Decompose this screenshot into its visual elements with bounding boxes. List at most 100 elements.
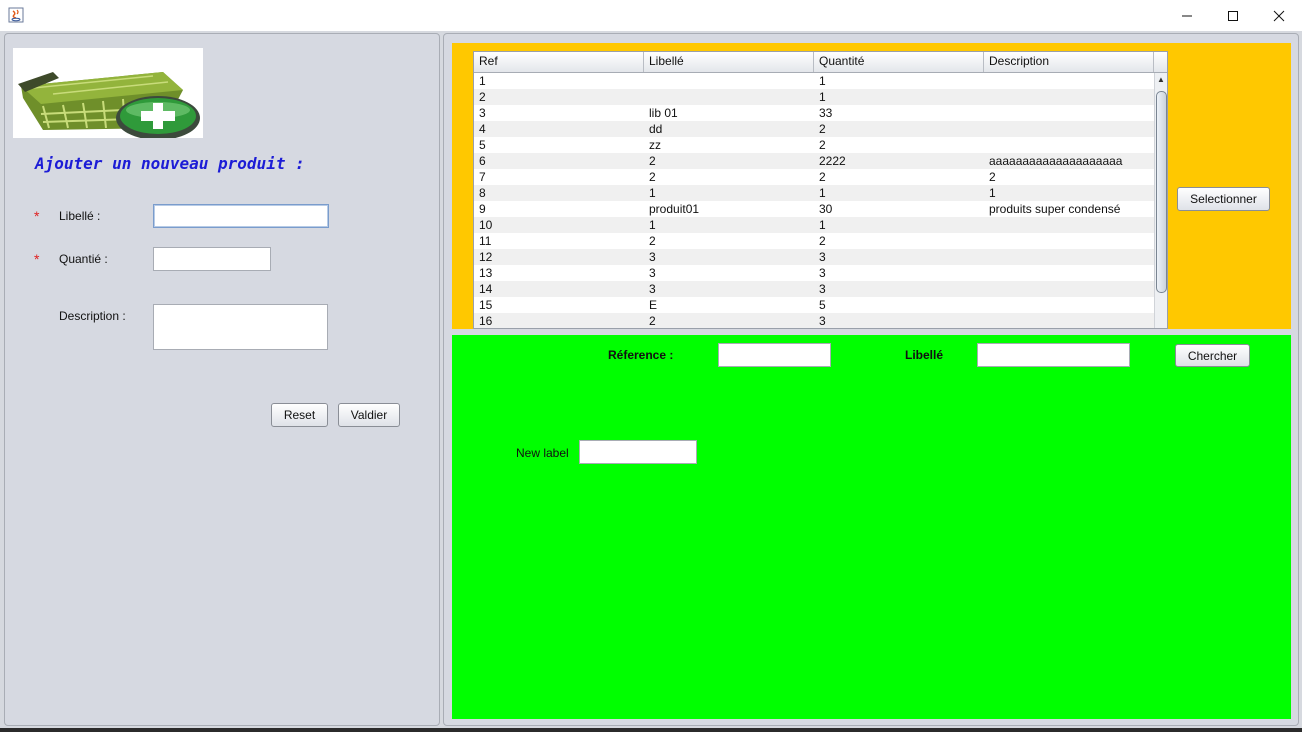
products-table: Ref Libellé Quantité Description 1 1 2 1 3 li…: [473, 51, 1168, 329]
cell-quantite: 33: [819, 106, 833, 120]
cell-quantite: 2: [819, 170, 826, 184]
column-header-quantite[interactable]: Quantité: [814, 52, 984, 72]
cell-libelle: zz: [649, 138, 661, 152]
cell-description: [984, 73, 1154, 89]
cell-quantite: 30: [819, 202, 833, 216]
table-row[interactable]: 10 1 1: [474, 217, 1154, 233]
select-button[interactable]: Selectionner: [1177, 187, 1270, 211]
cell-libelle: 2: [649, 234, 656, 248]
cell-ref: 4: [479, 122, 486, 136]
description-label: Description :: [59, 309, 126, 323]
title-bar: [0, 0, 1302, 31]
cell-ref: 1: [479, 74, 486, 88]
cell-quantite: 3: [819, 314, 826, 328]
cell-description: [984, 233, 1154, 249]
search-button[interactable]: Chercher: [1175, 344, 1250, 367]
table-row[interactable]: 4 dd 2: [474, 121, 1154, 137]
table-row[interactable]: 11: [474, 73, 1154, 89]
cell-libelle: [644, 89, 814, 105]
libelle-label: Libellé :: [59, 209, 101, 223]
new-label-text: New label: [516, 446, 569, 460]
cell-quantite: 5: [819, 298, 826, 312]
add-product-panel: Ajouter un nouveau produit : * Libellé :…: [4, 33, 440, 726]
cell-ref: 15: [479, 298, 493, 312]
table-body: 1 1 2 1 3 lib 01 33 4 dd 2 5 zz 2 6 2 2222 aaaaaaaaaaaaa…: [474, 73, 1154, 328]
cell-ref: 8: [479, 186, 486, 200]
cell-description: [984, 265, 1154, 281]
reference-search-input[interactable]: [718, 343, 831, 367]
scrollbar-thumb[interactable]: [1156, 91, 1167, 293]
table-row[interactable]: 3 lib 01 33: [474, 105, 1154, 121]
quantite-input[interactable]: [153, 247, 271, 271]
close-icon: [1273, 10, 1285, 21]
cell-quantite: 2222: [819, 154, 846, 168]
cell-ref: 13: [479, 266, 493, 280]
libelle-input[interactable]: [153, 204, 329, 228]
table-row[interactable]: 11 2 2: [474, 233, 1154, 249]
table-row[interactable]: 14 3 3: [474, 281, 1154, 297]
table-row[interactable]: 6 2 2222 aaaaaaaaaaaaaaaaaaaa: [474, 153, 1154, 169]
scroll-up-icon[interactable]: ▲: [1157, 75, 1165, 84]
cell-libelle: 2: [649, 154, 656, 168]
cell-description: aaaaaaaaaaaaaaaaaaaa: [989, 154, 1123, 168]
cell-libelle: produit01: [649, 202, 700, 216]
cell-ref: 14: [479, 282, 493, 296]
cell-libelle: E: [649, 298, 658, 312]
cell-ref: 16: [479, 314, 493, 328]
table-row[interactable]: 7 2 2 2: [474, 169, 1154, 185]
table-row[interactable]: 15 E 5: [474, 297, 1154, 313]
cell-description: [984, 121, 1154, 137]
products-table-panel: Ref Libellé Quantité Description 1 1 2 1 3 li…: [452, 43, 1291, 329]
column-header-libelle[interactable]: Libellé: [644, 52, 814, 72]
cell-quantite: 2: [819, 234, 826, 248]
cell-quantite: 1: [819, 74, 826, 88]
shopping-basket-add-icon: [13, 48, 203, 140]
search-panel: Réference : Libellé Chercher New label: [452, 335, 1291, 719]
table-scrollbar[interactable]: ▲: [1154, 73, 1167, 328]
cell-quantite: 3: [819, 266, 826, 280]
table-row[interactable]: 9 produit01 30 produits super condensé: [474, 201, 1154, 217]
cell-ref: 3: [479, 106, 486, 120]
cell-description: [984, 137, 1154, 153]
minimize-button[interactable]: [1164, 0, 1210, 31]
maximize-button[interactable]: [1210, 0, 1256, 31]
cell-libelle: dd: [649, 122, 663, 136]
cell-ref: 9: [479, 202, 486, 216]
libelle-search-input[interactable]: [977, 343, 1130, 367]
quantite-label: Quantié :: [59, 252, 108, 266]
java-app-icon: [8, 7, 24, 23]
application-window: Ajouter un nouveau produit : * Libellé :…: [0, 0, 1302, 732]
reset-button[interactable]: Reset: [271, 403, 328, 427]
table-row[interactable]: 16 2 3: [474, 313, 1154, 328]
required-marker: *: [34, 251, 40, 267]
cell-description: [984, 89, 1154, 105]
reference-search-label: Réference :: [608, 348, 674, 362]
table-row[interactable]: 21: [474, 89, 1154, 105]
cell-description: [984, 105, 1154, 121]
cell-ref: 12: [479, 250, 493, 264]
cell-description: [984, 313, 1154, 328]
cell-libelle: 3: [649, 250, 656, 264]
cell-description: [984, 249, 1154, 265]
description-textarea[interactable]: [153, 304, 328, 350]
cell-quantite: 1: [819, 90, 826, 104]
validate-button[interactable]: Valdier: [338, 403, 400, 427]
cell-libelle: 3: [649, 282, 656, 296]
new-label-input[interactable]: [579, 440, 697, 464]
libelle-search-label: Libellé: [905, 348, 944, 362]
required-marker: *: [34, 208, 40, 224]
column-header-ref[interactable]: Ref: [474, 52, 644, 72]
close-button[interactable]: [1256, 0, 1302, 31]
cell-quantite: 2: [819, 138, 826, 152]
table-row[interactable]: 13 3 3: [474, 265, 1154, 281]
table-row[interactable]: 8 1 1 1: [474, 185, 1154, 201]
table-row[interactable]: 5 zz 2: [474, 137, 1154, 153]
cell-quantite: 1: [819, 218, 826, 232]
cell-libelle: 1: [649, 186, 656, 200]
table-row[interactable]: 12 3 3: [474, 249, 1154, 265]
taskbar-edge: [0, 728, 1302, 732]
column-header-description[interactable]: Description: [984, 52, 1154, 72]
cell-libelle: 1: [649, 218, 656, 232]
cell-description: produits super condensé: [989, 202, 1121, 216]
table-header: Ref Libellé Quantité Description: [474, 52, 1154, 73]
